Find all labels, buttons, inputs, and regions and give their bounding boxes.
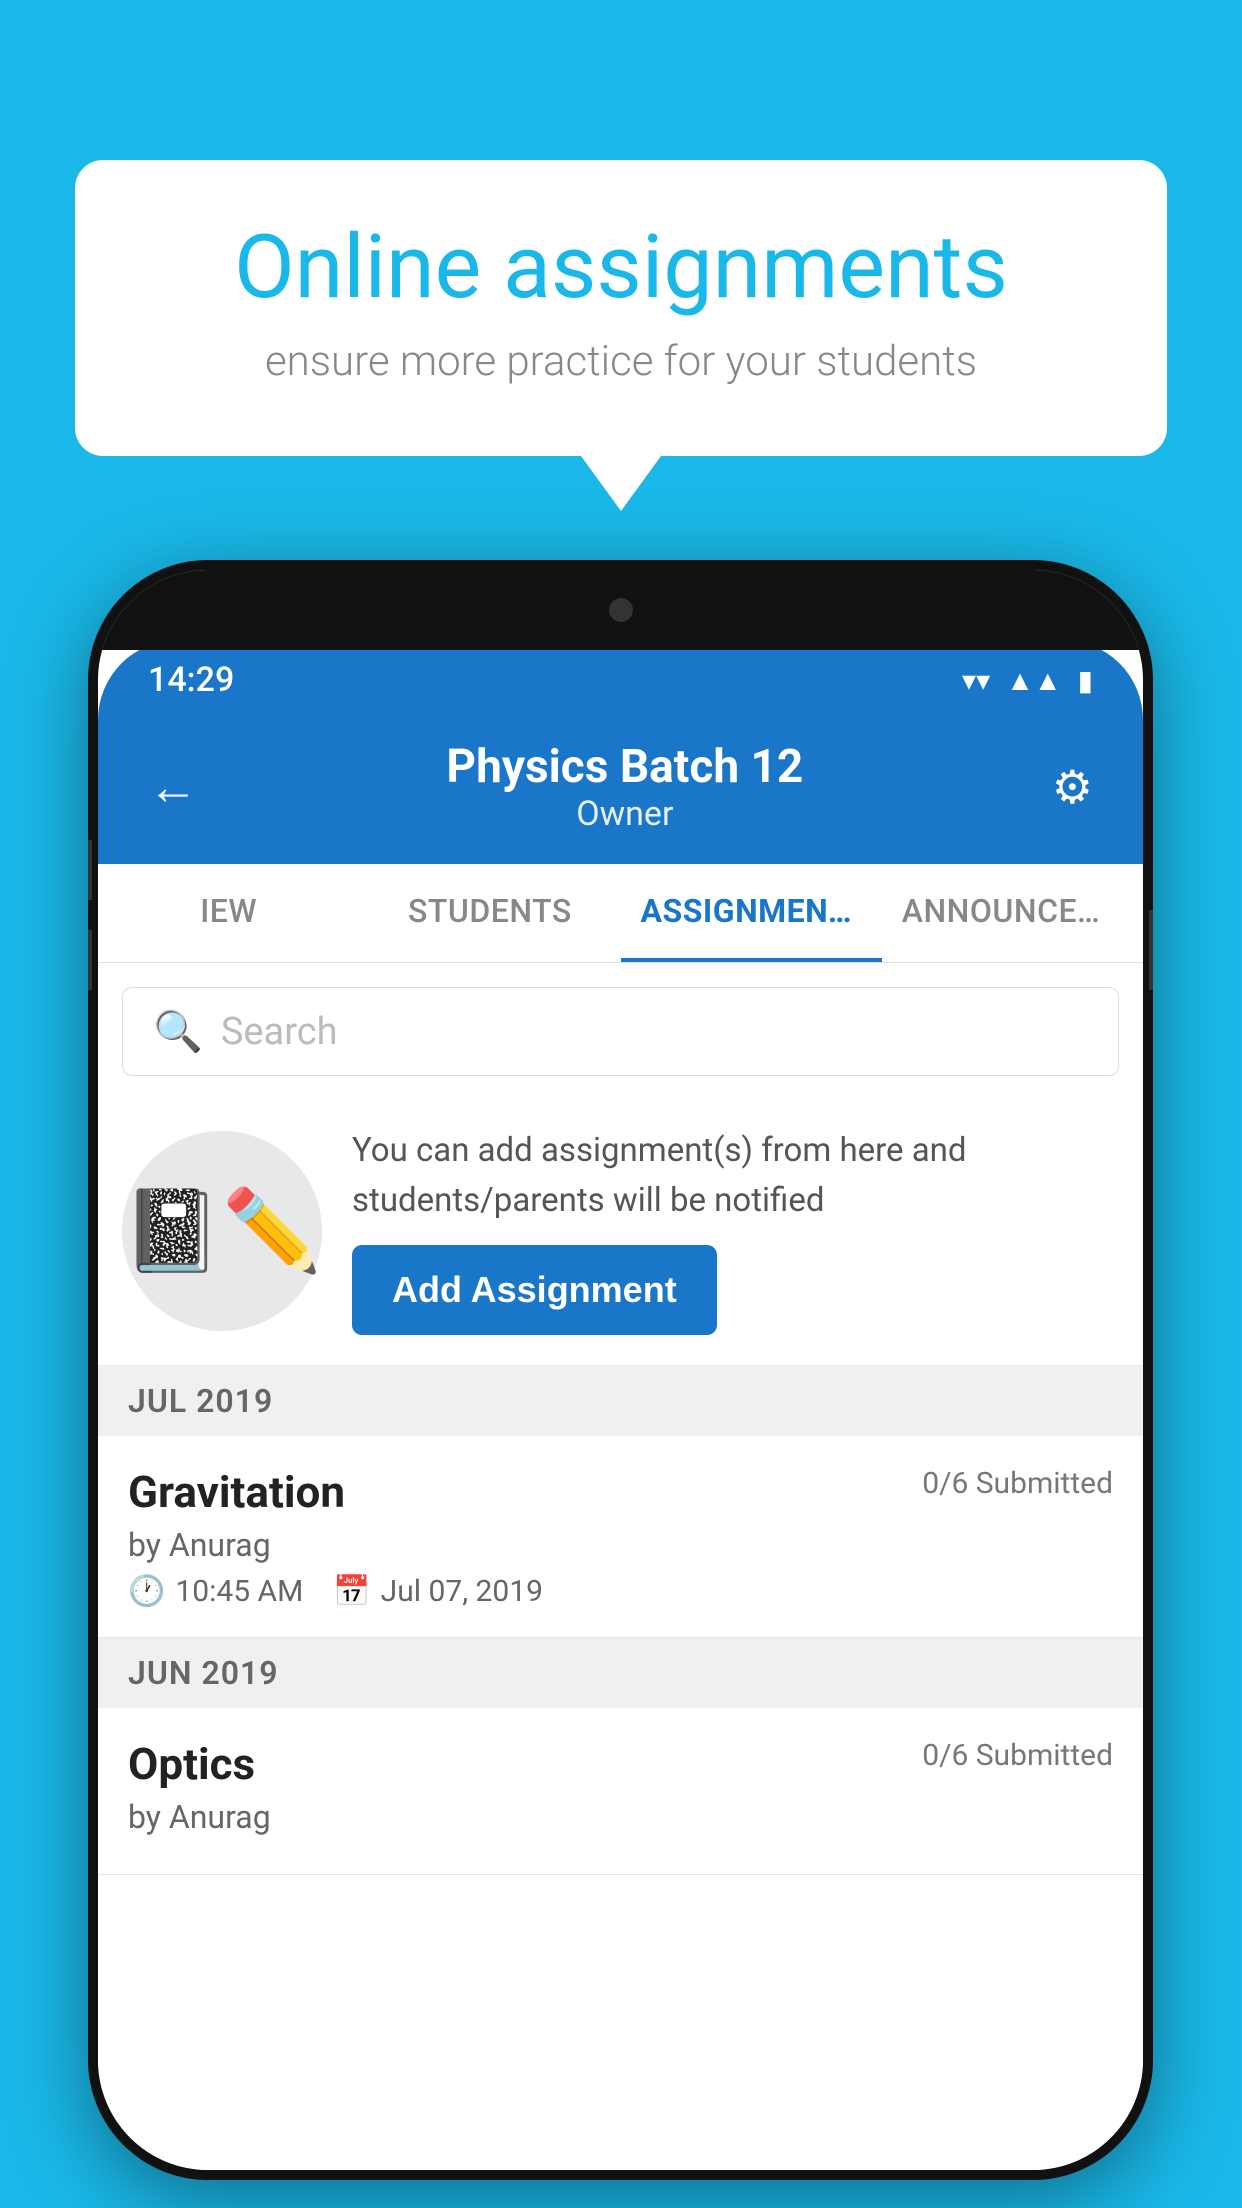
assignment-by-optics: by Anurag [128,1798,1113,1836]
assignment-meta-gravitation: 🕐 10:45 AM 📅 Jul 07, 2019 [128,1574,1113,1609]
tab-announcements[interactable]: ANNOUNCEM… [882,864,1143,962]
calendar-icon: 📅 [333,1574,370,1609]
tab-assignments[interactable]: ASSIGNMENTS [621,864,882,962]
month-section-jun: JUN 2019 [98,1638,1143,1708]
assignment-date-gravitation: 📅 Jul 07, 2019 [333,1574,543,1609]
batch-title: Physics Batch 12 [446,740,803,794]
empty-state-description: You can add assignment(s) from here and … [352,1126,1119,1225]
optics-top-row: Optics 0/6 Submitted [128,1738,1113,1790]
status-time: 14:29 [148,660,234,700]
empty-state-content: You can add assignment(s) from here and … [352,1126,1119,1335]
tab-iew[interactable]: IEW [98,864,359,962]
notch-cutout [511,580,731,640]
settings-button[interactable]: ⚙ [1052,760,1093,815]
phone-frame: 14:29 ▾▾ ▲▲ ▮ ← Physics Batch 12 Owner ⚙… [88,560,1153,2180]
batch-owner-label: Owner [446,794,803,834]
status-bar-icons: ▾▾ ▲▲ ▮ [962,664,1093,697]
volume-up-button [88,840,92,900]
status-bar: 14:29 ▾▾ ▲▲ ▮ [98,640,1143,720]
empty-state: 📓✏️ You can add assignment(s) from here … [98,1096,1143,1366]
clock-icon: 🕐 [128,1574,165,1609]
signal-icon: ▲▲ [1006,664,1061,697]
assignment-title-optics: Optics [128,1738,255,1790]
assignment-gravitation[interactable]: Gravitation 0/6 Submitted by Anurag 🕐 10… [98,1436,1143,1638]
volume-down-button [88,930,92,990]
speech-bubble-title: Online assignments [155,220,1087,317]
battery-icon: ▮ [1078,664,1093,697]
assignment-submitted-gravitation: 0/6 Submitted [922,1466,1113,1501]
power-button [1149,910,1153,990]
assignment-submitted-optics: 0/6 Submitted [922,1738,1113,1773]
header-title-block: Physics Batch 12 Owner [446,740,803,834]
assignment-by-gravitation: by Anurag [128,1526,1113,1564]
camera-lens [609,598,633,622]
phone-screen: 14:29 ▾▾ ▲▲ ▮ ← Physics Batch 12 Owner ⚙… [98,570,1143,2170]
back-button[interactable]: ← [148,758,198,817]
tab-students[interactable]: STUDENTS [359,864,620,962]
speech-bubble-subtitle: ensure more practice for your students [155,337,1087,386]
assignment-optics[interactable]: Optics 0/6 Submitted by Anurag [98,1708,1143,1875]
assignment-top-row: Gravitation 0/6 Submitted [128,1466,1113,1518]
speech-bubble-card: Online assignments ensure more practice … [75,160,1167,456]
assignment-time-gravitation: 🕐 10:45 AM [128,1574,303,1609]
assignment-title-gravitation: Gravitation [128,1466,345,1518]
search-icon: 🔍 [153,1008,203,1055]
notebook-icon: 📓✏️ [122,1184,321,1278]
month-section-jul: JUL 2019 [98,1366,1143,1436]
wifi-icon: ▾▾ [962,664,990,697]
empty-icon-circle: 📓✏️ [122,1131,322,1331]
content-area: 🔍 Search 📓✏️ You can add assignment(s) f… [98,963,1143,2170]
phone-notch [98,570,1143,650]
search-input[interactable]: Search [221,1010,338,1054]
add-assignment-button[interactable]: Add Assignment [352,1245,717,1335]
search-bar[interactable]: 🔍 Search [122,987,1119,1076]
app-header: ← Physics Batch 12 Owner ⚙ [98,720,1143,864]
tabs-bar: IEW STUDENTS ASSIGNMENTS ANNOUNCEM… [98,864,1143,963]
